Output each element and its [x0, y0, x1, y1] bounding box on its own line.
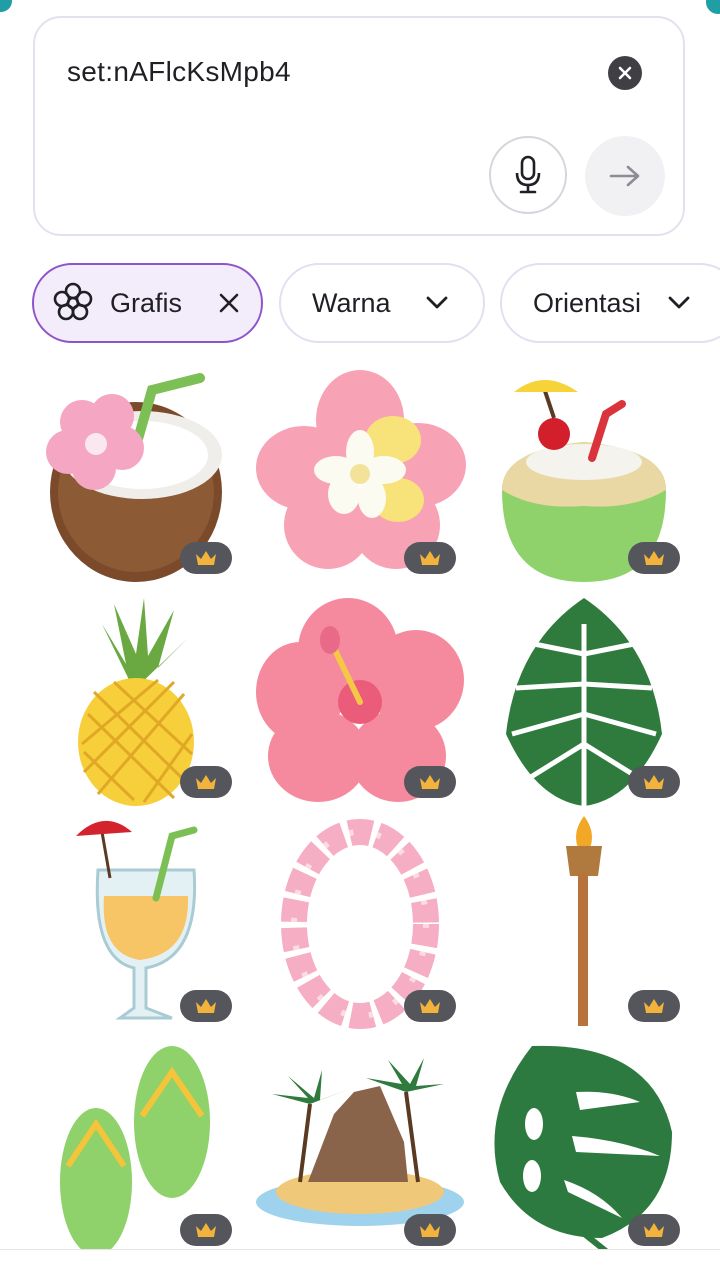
premium-badge [404, 542, 456, 574]
premium-badge [628, 766, 680, 798]
crown-icon [196, 551, 216, 565]
premium-badge [180, 542, 232, 574]
background-edge [0, 0, 12, 12]
filter-chip-label: Warna [312, 287, 391, 318]
result-flower-lei[interactable] [248, 808, 472, 1032]
filter-chip-label: Orientasi [533, 287, 642, 318]
premium-badge [180, 1214, 232, 1246]
premium-badge [628, 542, 680, 574]
arrow-right-icon [609, 165, 640, 187]
search-input[interactable]: set:nAFlcKsMpb4 [67, 56, 291, 88]
close-icon[interactable] [218, 292, 240, 314]
filter-chip-warna[interactable]: Warna [279, 263, 485, 343]
background-edge [706, 0, 720, 14]
premium-badge [628, 990, 680, 1022]
result-plumeria-flower[interactable] [248, 360, 472, 584]
result-monstera-leaf[interactable] [472, 1032, 696, 1256]
result-cocktail-glass[interactable] [24, 808, 248, 1032]
result-green-coconut-drink[interactable] [472, 360, 696, 584]
premium-badge [180, 766, 232, 798]
crown-icon [196, 999, 216, 1013]
crown-icon [644, 551, 664, 565]
crown-icon [420, 775, 440, 789]
premium-badge [404, 766, 456, 798]
crown-icon [196, 1223, 216, 1237]
premium-badge [404, 990, 456, 1022]
crown-icon [420, 551, 440, 565]
close-icon [618, 66, 632, 80]
chevron-down-icon [426, 296, 447, 309]
bottom-edge [0, 1250, 720, 1279]
result-hibiscus-flower[interactable] [248, 584, 472, 808]
crown-icon [644, 999, 664, 1013]
flower-icon [53, 282, 93, 321]
voice-search-button[interactable] [489, 136, 567, 214]
crown-icon [420, 1223, 440, 1237]
crown-icon [644, 1223, 664, 1237]
chevron-down-icon [668, 296, 690, 309]
premium-badge [404, 1214, 456, 1246]
crown-icon [420, 999, 440, 1013]
crown-icon [196, 775, 216, 789]
filter-chip-grafis[interactable]: Grafis [32, 263, 263, 343]
premium-badge [180, 990, 232, 1022]
result-coconut-drink[interactable] [24, 360, 248, 584]
result-palm-leaf[interactable] [472, 584, 696, 808]
result-pineapple[interactable] [24, 584, 248, 808]
filter-chip-label: Grafis [110, 287, 183, 318]
premium-badge [628, 1214, 680, 1246]
crown-icon [644, 775, 664, 789]
result-tiki-torch[interactable] [472, 808, 696, 1032]
filter-chip-orientasi[interactable]: Orientasi [500, 263, 720, 343]
search-box[interactable]: set:nAFlcKsMpb4 [33, 16, 685, 236]
clear-search-button[interactable] [608, 56, 642, 90]
microphone-icon [515, 155, 541, 194]
submit-search-button[interactable] [585, 136, 665, 216]
result-flip-flops[interactable] [24, 1032, 248, 1256]
result-tropical-island[interactable] [248, 1032, 472, 1256]
